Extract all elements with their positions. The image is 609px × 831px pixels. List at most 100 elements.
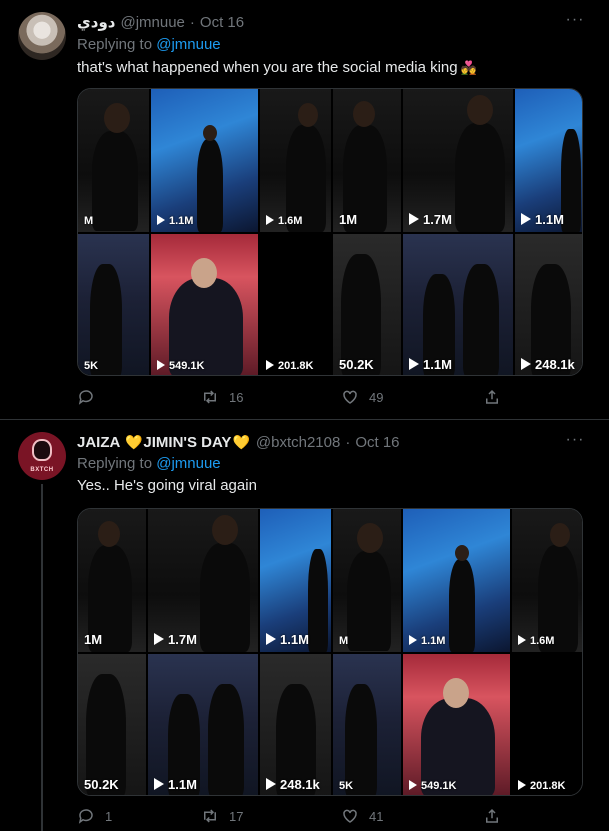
play-icon xyxy=(157,215,165,225)
play-icon xyxy=(266,633,276,645)
play-icon xyxy=(266,215,274,225)
media-thumb[interactable]: 248.1k xyxy=(260,654,331,795)
view-count: 1.1M xyxy=(421,635,446,647)
play-icon xyxy=(409,358,419,370)
media-thumb[interactable]: 5K xyxy=(78,234,149,375)
view-count: 1.7M xyxy=(423,212,452,227)
view-count: 248.1k xyxy=(535,357,575,372)
tweet-1[interactable]: دودي @jmnuue · Oct 16 ··· Replying to @j… xyxy=(0,0,609,420)
play-icon xyxy=(154,633,164,645)
view-count: 50.2K xyxy=(84,777,119,792)
tweet-date[interactable]: Oct 16 xyxy=(355,434,399,451)
media-thumb[interactable]: 1.7M xyxy=(148,509,258,652)
couple-emoji-icon: 💑 xyxy=(460,60,477,75)
media-thumb[interactable]: M xyxy=(78,89,149,232)
play-icon xyxy=(266,360,274,370)
view-count: 1M xyxy=(84,632,103,647)
media-thumb[interactable]: 50.2K xyxy=(78,654,146,795)
view-count: 1.1M xyxy=(169,215,194,227)
retweet-count: 17 xyxy=(229,808,244,824)
reply-button[interactable]: 1 xyxy=(77,806,112,826)
media-thumb[interactable]: 201.8K xyxy=(512,654,582,795)
like-count: 49 xyxy=(369,389,384,405)
share-button[interactable] xyxy=(483,387,511,407)
separator-dot: · xyxy=(189,13,195,31)
media-thumb[interactable]: 1.6M xyxy=(512,509,582,652)
retweet-count: 16 xyxy=(229,389,244,405)
play-icon xyxy=(518,780,526,790)
view-count: M xyxy=(84,215,94,227)
media-thumb[interactable]: 5K xyxy=(333,654,401,795)
reply-button[interactable] xyxy=(77,387,105,407)
play-icon xyxy=(521,213,531,225)
view-count: M xyxy=(339,635,349,647)
view-count: 1.1M xyxy=(280,632,309,647)
media-thumb[interactable]: 1M xyxy=(333,89,401,232)
reply-icon xyxy=(78,809,93,824)
tweet-header: دودي @jmnuue · Oct 16 xyxy=(77,12,244,32)
play-icon xyxy=(409,635,417,645)
like-button[interactable]: 41 xyxy=(341,806,383,826)
play-icon xyxy=(266,778,276,790)
view-count: 1.6M xyxy=(278,215,303,227)
view-count: 1.1M xyxy=(535,212,564,227)
heart-icon xyxy=(343,809,357,823)
view-count: 248.1k xyxy=(280,777,320,792)
media-thumb[interactable]: 1.1M xyxy=(260,509,331,652)
retweet-button[interactable]: 17 xyxy=(201,806,243,826)
share-icon xyxy=(486,808,498,823)
yellow-heart-icon: 💛 xyxy=(232,433,250,450)
play-icon xyxy=(409,213,419,225)
media-grid[interactable]: M 1.1M 1.6M 1M 1.7M 1.1M 5K 549.1K 201.8… xyxy=(77,88,583,376)
media-grid[interactable]: 1M 1.7M 1.1M M 1.1M 1.6M 50.2K 1.1M 248.… xyxy=(77,508,583,796)
like-button[interactable]: 49 xyxy=(341,387,383,407)
media-thumb[interactable]: 50.2K xyxy=(333,234,401,375)
tweet-text: that's what happened when you are the so… xyxy=(77,58,477,78)
thread-line xyxy=(41,484,43,831)
media-thumb[interactable]: 1.1M xyxy=(403,509,510,652)
view-count: 5K xyxy=(84,360,99,372)
share-button[interactable] xyxy=(483,806,511,826)
view-count: 549.1K xyxy=(421,780,457,792)
user-handle[interactable]: @bxtch2108 xyxy=(256,434,340,451)
media-thumb[interactable]: 549.1K xyxy=(151,234,258,375)
media-thumb[interactable]: 201.8K xyxy=(260,234,331,375)
tweet-text-body: that's what happened when you are the so… xyxy=(77,59,458,76)
media-thumb[interactable]: 248.1k xyxy=(515,234,582,375)
play-icon xyxy=(157,360,165,370)
heart-icon xyxy=(343,390,357,404)
more-options-icon[interactable]: ··· xyxy=(563,12,587,30)
display-name[interactable]: دودي xyxy=(77,13,115,31)
media-thumb[interactable]: 1.1M xyxy=(403,234,513,375)
media-thumb[interactable]: 1.7M xyxy=(403,89,513,232)
display-name[interactable]: JAIZA 💛JIMIN'S DAY💛 xyxy=(77,434,251,451)
view-count: 1.1M xyxy=(423,357,452,372)
replying-to: Replying to @jmnuue xyxy=(77,454,221,474)
media-thumb[interactable]: M xyxy=(333,509,401,652)
media-thumb[interactable]: 1.1M xyxy=(515,89,582,232)
avatar[interactable] xyxy=(18,12,66,60)
view-count: 5K xyxy=(339,780,354,792)
view-count: 1.1M xyxy=(168,777,197,792)
media-thumb[interactable]: 549.1K xyxy=(403,654,510,795)
avatar[interactable]: BXTCH xyxy=(18,432,66,480)
view-count: 1M xyxy=(339,212,358,227)
share-icon xyxy=(486,389,498,404)
user-handle[interactable]: @jmnuue xyxy=(120,14,184,31)
media-thumb[interactable]: 1.1M xyxy=(151,89,258,232)
more-options-icon[interactable]: ··· xyxy=(563,432,587,450)
retweet-icon xyxy=(204,390,216,404)
media-thumb[interactable]: 1M xyxy=(78,509,146,652)
retweet-button[interactable]: 16 xyxy=(201,387,243,407)
avatar-text: BXTCH xyxy=(30,467,54,473)
view-count: 201.8K xyxy=(278,360,314,372)
view-count: 1.6M xyxy=(530,635,555,647)
media-thumb[interactable]: 1.1M xyxy=(148,654,258,795)
mention-link[interactable]: @jmnuue xyxy=(156,455,220,472)
play-icon xyxy=(521,358,531,370)
tweet-header: JAIZA 💛JIMIN'S DAY💛 @bxtch2108 · Oct 16 xyxy=(77,432,400,452)
tweet-date[interactable]: Oct 16 xyxy=(200,14,244,31)
retweet-icon xyxy=(204,809,216,823)
media-thumb[interactable]: 1.6M xyxy=(260,89,331,232)
mention-link[interactable]: @jmnuue xyxy=(156,36,220,53)
